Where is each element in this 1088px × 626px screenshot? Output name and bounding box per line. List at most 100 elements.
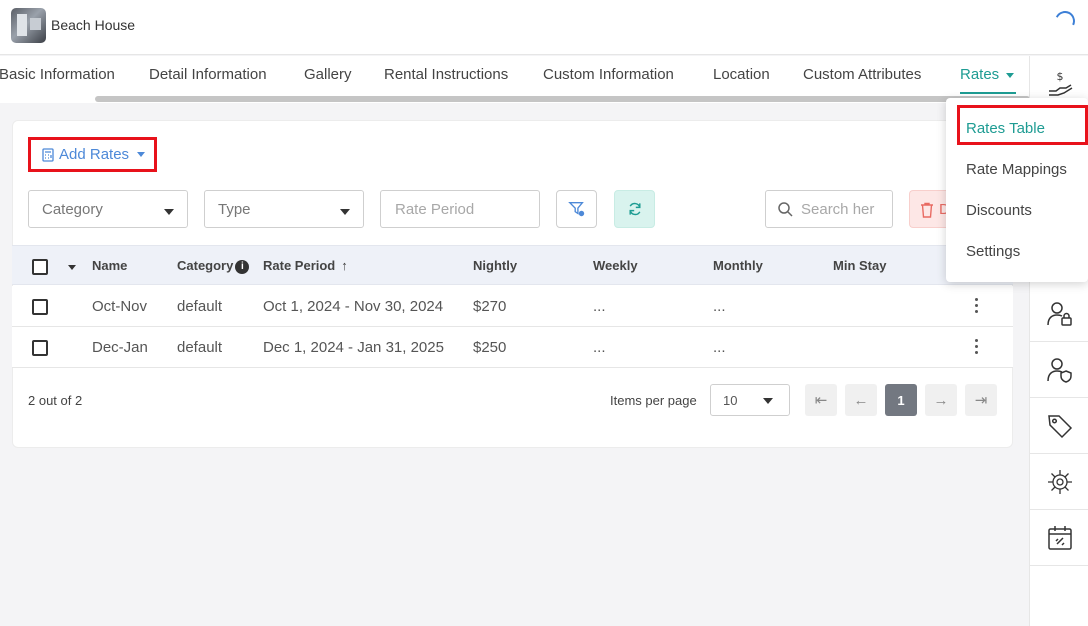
loading-spinner-icon [1052,8,1078,34]
arrow-left-icon: ← [853,391,869,409]
cell-rate-period: Oct 1, 2024 - Nov 30, 2024 [263,298,444,315]
svg-text:$: $ [1056,70,1063,83]
items-per-page-select[interactable]: 10 [710,384,790,416]
search-icon [778,202,793,217]
rail-virus-gear-button[interactable] [1030,454,1088,510]
rate-period-placeholder: Rate Period [395,201,475,218]
rail-user-lock-button[interactable] [1030,286,1088,342]
select-options-chevron-icon[interactable] [68,265,76,270]
page-number-button[interactable]: 1 [885,384,917,416]
table-row[interactable]: Oct-Nov default Oct 1, 2024 - Nov 30, 20… [12,286,1013,327]
cell-weekly: ... [593,298,606,315]
type-select-value: Type [218,201,251,218]
first-page-button[interactable]: ⇤ [805,384,837,416]
virus-gear-icon [1047,469,1072,494]
tabs-scrollbar[interactable] [95,96,1030,102]
tab-rates-label: Rates [960,66,1000,83]
previous-page-button[interactable]: ← [845,384,877,416]
rates-table-header: Name Category i Rate Period ↑ Nightly Week… [12,245,1013,285]
rail-empty-slot [1030,566,1088,626]
cell-nightly: $250 [473,339,507,356]
column-header-nightly[interactable]: Nightly [473,258,517,273]
row-checkbox[interactable] [32,299,48,315]
column-header-name[interactable]: Name [92,258,127,273]
table-row[interactable]: Dec-Jan default Dec 1, 2024 - Jan 31, 20… [12,327,1013,368]
top-bar: Beach House [0,0,1088,55]
tab-custom-attributes[interactable]: Custom Attributes [803,66,921,83]
calendar-link-icon [1047,525,1072,550]
first-page-icon: ⇤ [814,392,828,409]
category-select[interactable]: Category [28,190,188,228]
chevron-down-icon [1006,72,1015,78]
tags-icon [1047,414,1072,438]
column-header-rate-period-label: Rate Period [263,258,336,273]
cell-monthly: ... [713,298,726,315]
sort-ascending-icon: ↑ [341,258,348,273]
row-more-options-icon[interactable] [975,298,979,314]
menu-item-rates-table[interactable]: Rates Table [966,120,1045,137]
tab-gallery[interactable]: Gallery [304,66,352,83]
rail-user-shield-button[interactable] [1030,342,1088,398]
delete-label: D [939,201,946,218]
calculator-icon [42,147,54,162]
select-all-checkbox[interactable] [32,259,48,275]
cell-nightly: $270 [473,298,507,315]
tab-detail-information[interactable]: Detail Information [149,66,267,83]
tab-basic-information[interactable]: Basic Information [0,66,115,83]
row-checkbox[interactable] [32,340,48,356]
results-count: 2 out of 2 [28,393,83,408]
delete-button[interactable]: D [909,190,946,228]
property-name: Beach House [51,17,136,33]
category-select-value: Category [42,201,103,218]
cell-name: Dec-Jan [92,339,148,356]
refresh-button[interactable] [614,190,655,228]
chevron-down-icon [137,152,146,157]
last-page-button[interactable]: ⇥ [965,384,997,416]
menu-item-settings[interactable]: Settings [966,243,1020,260]
add-rates-button[interactable]: Add Rates [28,137,157,172]
column-header-min-stay[interactable]: Min Stay [833,258,886,273]
info-icon[interactable]: i [235,260,250,274]
arrow-right-icon: → [933,391,949,409]
tab-rental-instructions[interactable]: Rental Instructions [384,66,508,83]
search-input[interactable]: Search her [765,190,893,228]
cell-category: default [177,339,223,356]
chevron-down-icon [763,398,773,404]
user-lock-icon [1046,301,1072,326]
column-header-weekly[interactable]: Weekly [593,258,638,273]
cell-rate-period: Dec 1, 2024 - Jan 31, 2025 [263,339,444,356]
column-header-monthly[interactable]: Monthly [713,258,763,273]
type-select[interactable]: Type [204,190,364,228]
next-page-button[interactable]: → [925,384,957,416]
add-rates-label: Add Rates [59,146,130,163]
rail-tags-button[interactable] [1030,398,1088,454]
tab-location[interactable]: Location [713,66,770,83]
column-header-rate-period[interactable]: Rate Period ↑ [263,258,348,273]
menu-item-rate-mappings[interactable]: Rate Mappings [966,161,1067,178]
cell-name: Oct-Nov [92,298,148,315]
items-per-page-label: Items per page [610,393,697,408]
active-tab-indicator [960,92,1016,94]
tab-rates[interactable]: Rates [960,66,1015,83]
cell-weekly: ... [593,339,606,356]
user-shield-icon [1046,357,1072,383]
column-header-category[interactable]: Category i [177,258,250,274]
row-more-options-icon[interactable] [975,339,979,355]
items-per-page-value: 10 [723,393,738,408]
cell-category: default [177,298,223,315]
rates-dropdown-menu: Rates Table Rate Mappings Discounts Sett… [946,98,1088,282]
tab-custom-information[interactable]: Custom Information [543,66,674,83]
filter-settings-button[interactable] [556,190,597,228]
chevron-down-icon [164,209,174,215]
refresh-icon [628,202,641,216]
property-thumbnail[interactable] [11,8,46,43]
cell-monthly: ... [713,339,726,356]
current-page-number: 1 [897,392,905,408]
rate-period-input[interactable]: Rate Period [380,190,540,228]
menu-item-discounts[interactable]: Discounts [966,202,1032,219]
chevron-down-icon [340,209,350,215]
column-header-category-label: Category [177,258,234,273]
trash-icon [921,202,933,218]
rail-calendar-link-button[interactable] [1030,510,1088,566]
search-placeholder: Search her [801,201,875,218]
